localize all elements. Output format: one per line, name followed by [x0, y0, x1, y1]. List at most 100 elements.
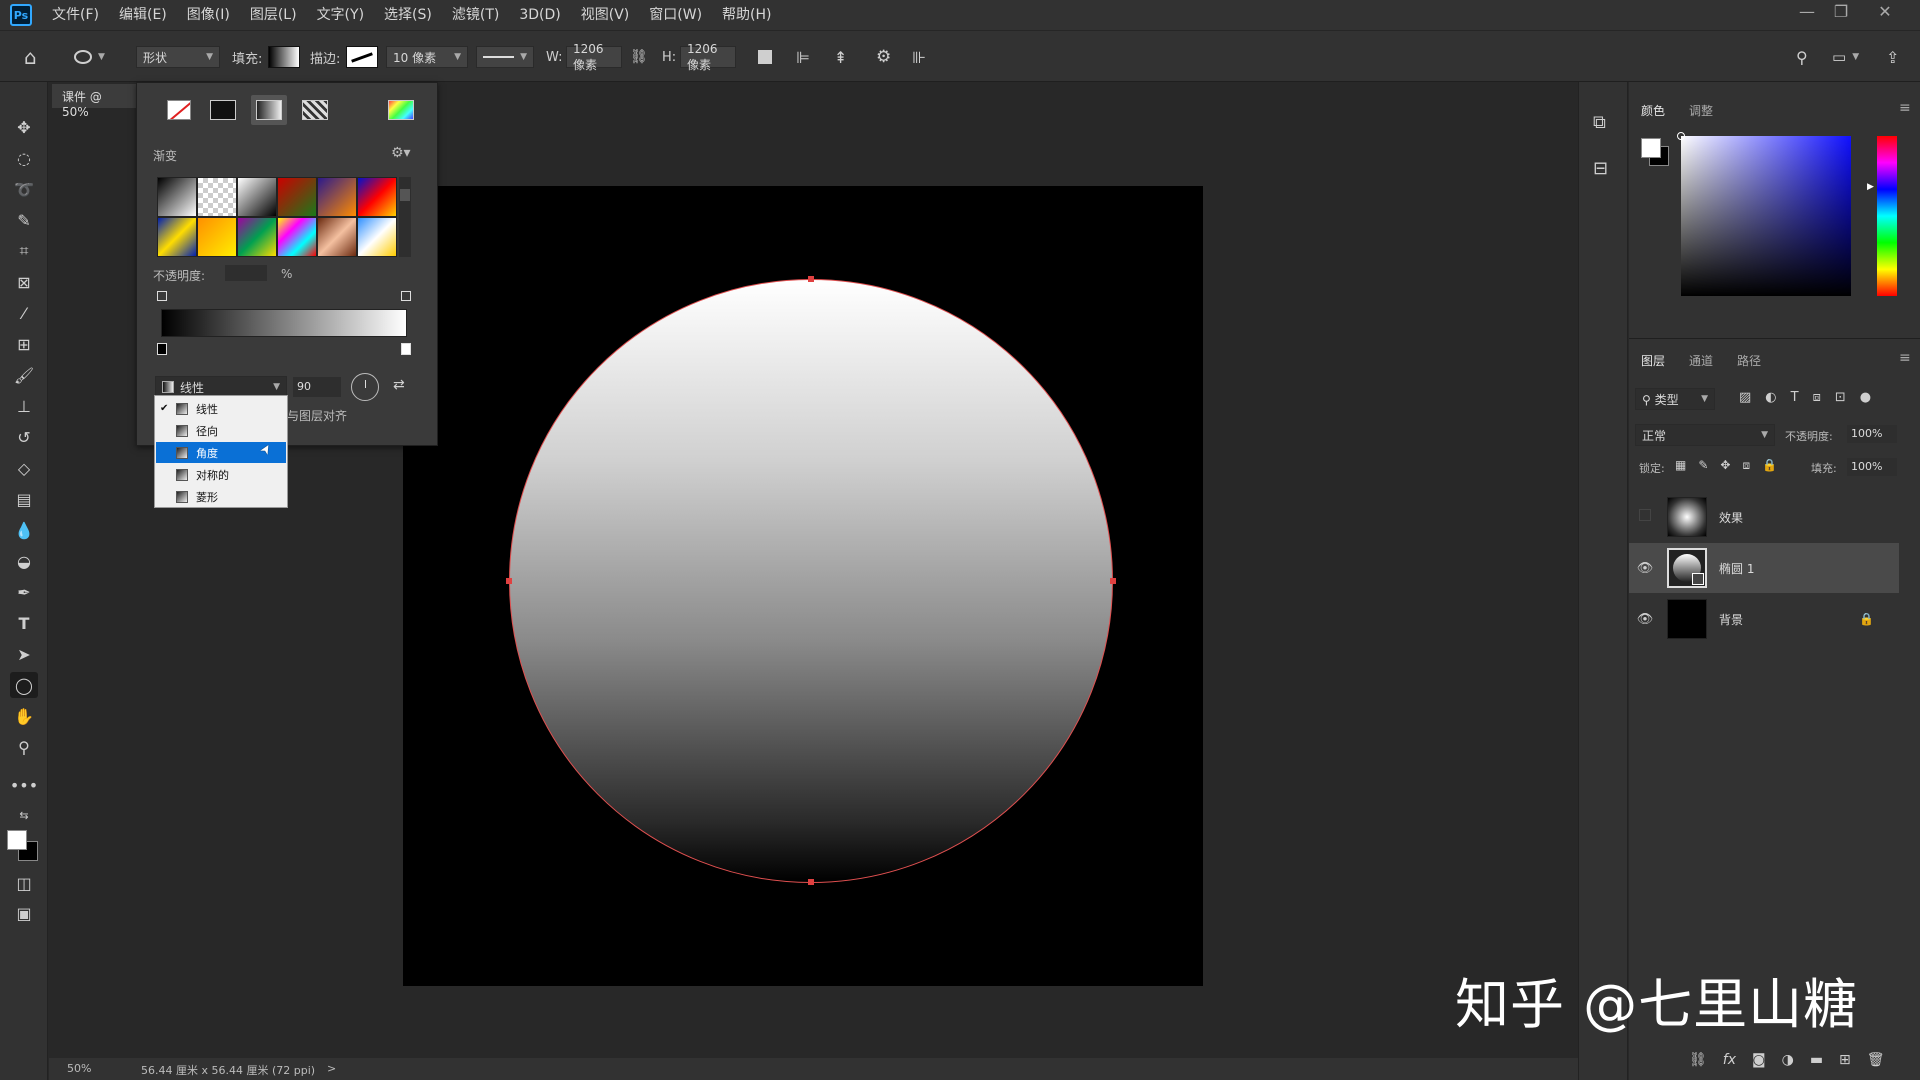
menu-item[interactable]: 图层(L) [240, 0, 307, 30]
gradient-type-option[interactable]: 对称的 [156, 464, 286, 485]
lock-artboard-icon[interactable]: ⧈ [1742, 458, 1750, 473]
color-stop-left[interactable] [157, 343, 167, 355]
gear-icon[interactable]: ⚙ [876, 45, 891, 69]
layer-fill-field[interactable]: 100% [1847, 458, 1897, 476]
color-stop-right[interactable] [401, 343, 411, 355]
eraser-icon[interactable]: ◇ [10, 455, 38, 481]
delete-layer-icon[interactable]: 🗑 [1867, 1052, 1885, 1068]
gradient-type-option[interactable]: 径向 [156, 420, 286, 441]
menu-item[interactable]: 窗口(W) [639, 0, 712, 30]
opacity-field[interactable] [225, 265, 267, 281]
opacity-stop-right[interactable] [401, 291, 411, 301]
layer-row-effects[interactable]: 效果 [1629, 492, 1899, 542]
zoom-level[interactable]: 50% [67, 1062, 91, 1075]
swatch-scrollbar[interactable] [399, 177, 411, 257]
move-tool-icon[interactable]: ✥ [10, 114, 38, 140]
path-arrangement-icon[interactable]: ⇞ [834, 45, 847, 69]
gradient-swatch[interactable] [237, 217, 277, 257]
menu-item[interactable]: 3D(D) [509, 0, 570, 30]
anchor-point[interactable] [1110, 578, 1116, 584]
adjustment-filter-icon[interactable]: ◐ [1765, 390, 1776, 405]
gradient-swatch[interactable] [157, 217, 197, 257]
link-layers-icon[interactable]: ⛓ [1689, 1052, 1707, 1068]
foreground-color-swatch[interactable] [7, 830, 27, 850]
quick-mask-icon[interactable]: ◫ [10, 870, 38, 896]
link-icon[interactable]: ⛓ [630, 45, 648, 69]
tab-adjustments[interactable]: 调整 [1689, 102, 1713, 119]
menu-item[interactable]: 编辑(E) [109, 0, 177, 30]
layer-name[interactable]: 椭圆 1 [1719, 560, 1754, 577]
restore-icon[interactable]: ❐ [1824, 0, 1858, 26]
home-icon[interactable]: ⌂ [24, 45, 37, 69]
lock-image-icon[interactable]: ✎ [1698, 458, 1708, 473]
adjustment-layer-icon[interactable]: ◑ [1782, 1052, 1794, 1068]
ellipse-shape[interactable] [509, 279, 1113, 883]
add-mask-icon[interactable]: ◙ [1752, 1052, 1766, 1068]
lock-transparent-icon[interactable]: ▦ [1675, 458, 1686, 473]
screen-mode-icon[interactable]: ▣ [10, 900, 38, 926]
type-icon[interactable]: T [10, 610, 38, 636]
color-foreground-swatch[interactable] [1641, 138, 1661, 158]
gradient-type-option[interactable]: 菱形 [156, 486, 286, 507]
gradient-swatch[interactable] [237, 177, 277, 217]
solid-color-button[interactable] [205, 95, 241, 125]
anchor-point[interactable] [808, 879, 814, 885]
menu-item[interactable]: 文件(F) [42, 0, 109, 30]
brush-icon[interactable]: 🖌 [10, 362, 38, 388]
quick-selection-icon[interactable]: ✎ [10, 207, 38, 233]
anchor-point[interactable] [808, 276, 814, 282]
menu-item[interactable]: 选择(S) [374, 0, 442, 30]
smart-object-filter-icon[interactable]: ⊡ [1835, 390, 1846, 405]
swap-colors-icon[interactable]: ⇆ [10, 802, 38, 828]
layer-opacity-field[interactable]: 100% [1847, 425, 1897, 443]
gradient-swatch[interactable] [317, 177, 357, 217]
gradient-swatch[interactable] [277, 177, 317, 217]
blend-mode-dropdown[interactable]: 正常 ▼ [1635, 424, 1775, 446]
layer-row-background[interactable]: 👁 背景 🔒 [1629, 594, 1899, 644]
menu-item[interactable]: 文字(Y) [307, 0, 374, 30]
eye-icon[interactable]: 👁 [1629, 612, 1661, 627]
layer-filter-dropdown[interactable]: ⚲ 类型 ▼ [1635, 388, 1715, 410]
color-field[interactable] [1681, 136, 1851, 296]
hue-slider-handle[interactable]: ▶ [1867, 182, 1874, 192]
tab-color[interactable]: 颜色 [1641, 102, 1665, 119]
shape-filter-icon[interactable]: ⧈ [1813, 390, 1821, 405]
blur-icon[interactable]: 💧 [10, 517, 38, 543]
no-fill-button[interactable] [161, 95, 197, 125]
more-tools-icon[interactable]: ••• [10, 772, 38, 798]
gradient-swatch[interactable] [157, 177, 197, 217]
search-icon[interactable]: ⚲ [1796, 45, 1808, 69]
healing-brush-icon[interactable]: ⊞ [10, 331, 38, 357]
layer-row-ellipse[interactable]: 👁 椭圆 1 [1629, 543, 1899, 593]
tab-channels[interactable]: 通道 [1689, 352, 1713, 369]
lock-all-icon[interactable]: 🔒 [1762, 458, 1777, 473]
angle-dial-icon[interactable] [351, 373, 379, 401]
color-picker-button[interactable] [383, 95, 419, 125]
hue-slider[interactable] [1877, 136, 1897, 296]
mode-dropdown[interactable]: 形状 ▼ [136, 46, 220, 68]
gradient-swatch[interactable] [357, 217, 397, 257]
history-panel-icon[interactable]: ⧉ [1593, 112, 1606, 133]
frame-icon[interactable]: ⊠ [10, 269, 38, 295]
status-arrow[interactable]: > [327, 1062, 336, 1075]
width-field[interactable]: 1206 像素 [566, 42, 622, 72]
align-edges-icon[interactable]: ⊪ [912, 45, 926, 69]
stamp-icon[interactable]: ⊥ [10, 393, 38, 419]
gradient-swatch[interactable] [317, 217, 357, 257]
eye-icon[interactable]: 👁 [1629, 561, 1661, 576]
panel-menu-icon[interactable]: ≡ [1899, 350, 1911, 366]
stroke-type-dropdown[interactable]: ▼ [476, 46, 534, 68]
pattern-fill-button[interactable] [297, 95, 333, 125]
type-filter-icon[interactable]: T [1791, 390, 1799, 405]
minimize-icon[interactable]: — [1790, 0, 1824, 26]
gradient-swatch[interactable] [197, 217, 237, 257]
gradient-swatch[interactable] [357, 177, 397, 217]
eyedropper-icon[interactable]: ⁄ [10, 300, 38, 326]
angle-field[interactable]: 90 [293, 377, 341, 397]
ellipse-tool-icon[interactable]: ◯ [10, 672, 38, 698]
menu-item[interactable]: 滤镜(T) [442, 0, 509, 30]
tab-layers[interactable]: 图层 [1641, 352, 1665, 369]
visibility-toggle-off[interactable] [1629, 509, 1661, 525]
hand-icon[interactable]: ✋ [10, 703, 38, 729]
close-icon[interactable]: ✕ [1868, 0, 1902, 26]
